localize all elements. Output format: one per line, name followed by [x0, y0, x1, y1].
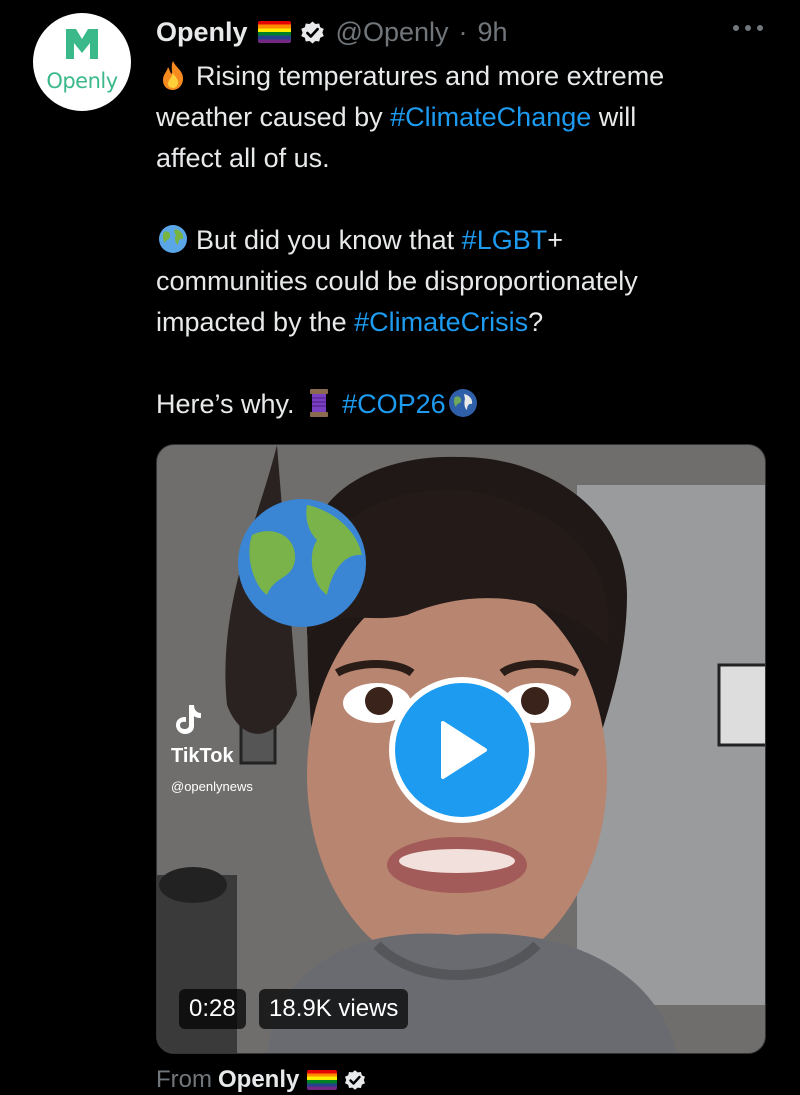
tweet-line1: Rising temperatures and more extreme — [196, 61, 665, 91]
from-label: From — [156, 1066, 212, 1093]
tweet-line6-text: impacted by the — [156, 307, 355, 337]
more-icon[interactable] — [728, 18, 768, 38]
verified-icon — [300, 20, 324, 44]
verified-icon — [345, 1070, 366, 1090]
tweet-line4-end: + — [547, 225, 563, 255]
avatar-logo-text: Openly — [46, 69, 118, 93]
play-icon — [441, 721, 487, 779]
video-duration: 0:28 — [179, 989, 246, 1029]
from-source: From Openly — [156, 1062, 367, 1095]
tiktok-user: @openlynews — [171, 779, 253, 794]
separator-dot: · — [458, 16, 468, 47]
video-views: 18.9K views — [259, 989, 409, 1029]
post-time[interactable]: 9h — [478, 17, 508, 48]
tweet-line7-text: Here’s why. — [156, 389, 303, 419]
tweet-line: weather caused by #ClimateChange will — [156, 97, 756, 138]
earth-emoji — [448, 389, 477, 417]
author-name[interactable]: Openly — [156, 17, 248, 48]
hashtag-link[interactable]: #ClimateCrisis — [354, 307, 528, 337]
tweet-line4-text: But did you know that — [196, 225, 462, 255]
tweet-line: Rising temperatures and more extreme — [156, 56, 756, 97]
tweet-line2-end: will — [591, 102, 637, 132]
author-handle[interactable]: @Openly — [336, 17, 449, 48]
tweet-line3: affect all of us. — [156, 143, 330, 173]
hashtag-link[interactable]: #COP26 — [342, 389, 446, 419]
tweet-line5: communities could be disproportionately — [156, 266, 638, 296]
tiktok-label: TikTok — [171, 745, 234, 767]
tweet-line: Here’s why. #COP26 — [156, 384, 756, 425]
tweet-text: Rising temperatures and more extreme wea… — [156, 56, 756, 425]
avatar[interactable]: Openly — [33, 13, 131, 111]
rainbow-flag-icon — [257, 21, 291, 43]
video-player[interactable]: TikTok @openlynews 0:28 18.9K views — [156, 444, 766, 1054]
thread-emoji — [310, 389, 329, 417]
tweet-line: But did you know that #LGBT+ — [156, 220, 756, 261]
tweet-line: impacted by the #ClimateCrisis? — [156, 302, 756, 343]
hashtag-link[interactable]: #ClimateChange — [390, 102, 591, 132]
play-button[interactable] — [389, 677, 535, 823]
globe-emoji — [159, 225, 187, 253]
hashtag-link[interactable]: #LGBT — [462, 225, 548, 255]
fire-emoji — [163, 61, 184, 90]
rainbow-flag-icon — [307, 1070, 338, 1090]
tweet-header: Openly @Openly · 9h — [156, 12, 508, 52]
tweet-line6-end: ? — [528, 307, 544, 337]
source-name[interactable]: Openly — [218, 1066, 299, 1094]
tweet-line2-text: weather caused by — [156, 102, 391, 132]
tiktok-icon — [176, 705, 201, 734]
openly-logo-icon — [66, 29, 98, 59]
